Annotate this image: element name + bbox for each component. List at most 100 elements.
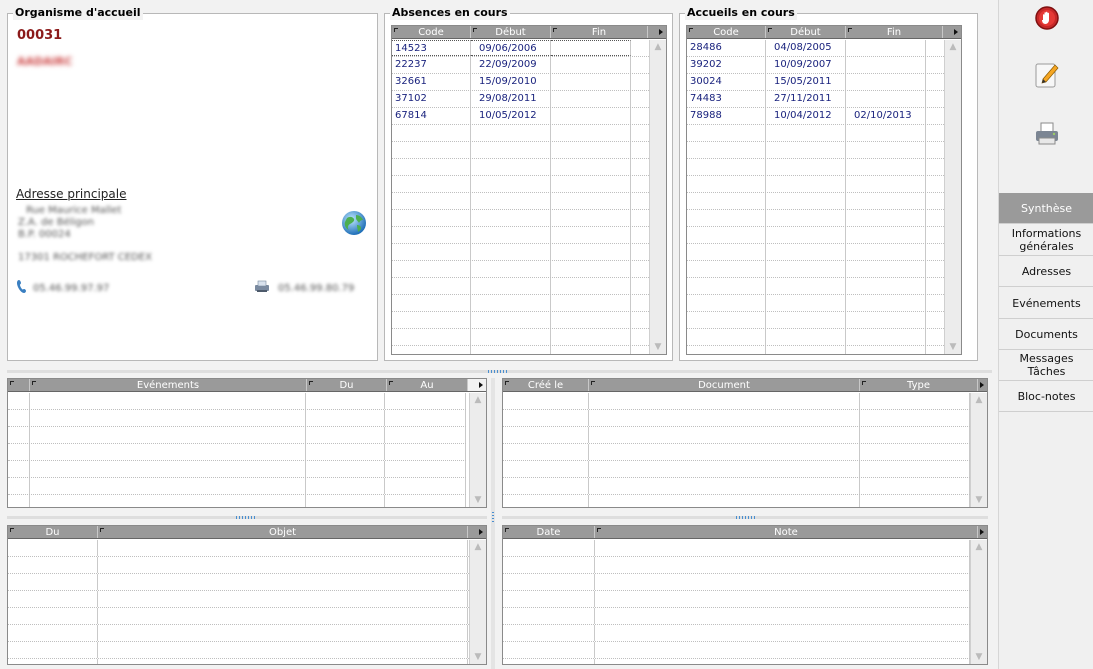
- column-header-fin[interactable]: Fin: [551, 26, 648, 38]
- table-row[interactable]: [392, 278, 649, 295]
- scroll-up-icon[interactable]: ▲: [945, 40, 961, 54]
- splitter-grip-icon[interactable]: [736, 516, 756, 519]
- scroll-up-icon[interactable]: ▲: [470, 393, 486, 407]
- table-row[interactable]: 30024 15/05/2011: [687, 74, 944, 91]
- table-row[interactable]: [392, 125, 649, 142]
- table-row[interactable]: [392, 176, 649, 193]
- splitter-grip-icon[interactable]: [236, 516, 256, 519]
- scroll-down-icon[interactable]: ▼: [470, 493, 486, 507]
- table-row[interactable]: [687, 244, 944, 261]
- splitter-grip-icon[interactable]: [488, 370, 508, 373]
- table-row[interactable]: [687, 346, 944, 354]
- table-row[interactable]: 67814 10/05/2012: [392, 108, 649, 125]
- column-header-blank[interactable]: [8, 379, 30, 391]
- column-header-note[interactable]: Note: [595, 526, 978, 538]
- table-row[interactable]: [392, 329, 649, 346]
- column-menu-arrow-icon[interactable]: [943, 26, 961, 38]
- table-row[interactable]: 37102 29/08/2011: [392, 91, 649, 108]
- printer-icon[interactable]: [1029, 116, 1065, 152]
- table-row[interactable]: [687, 176, 944, 193]
- scroll-up-icon[interactable]: ▲: [971, 540, 987, 554]
- accueils-grid[interactable]: Code Début Fin 28486 04/08/2005 39202 10/0…: [686, 25, 962, 355]
- table-row[interactable]: [687, 261, 944, 278]
- column-header-evenements[interactable]: Evénements: [30, 379, 307, 391]
- scroll-down-icon[interactable]: ▼: [945, 340, 961, 354]
- nav-messages-taches[interactable]: Messages Tâches: [999, 350, 1093, 381]
- table-row[interactable]: [392, 210, 649, 227]
- stop-icon[interactable]: [1029, 0, 1065, 36]
- table-row[interactable]: 78988 10/04/2012 02/10/2013: [687, 108, 944, 125]
- scroll-up-icon[interactable]: ▲: [971, 393, 987, 407]
- globe-icon[interactable]: [341, 210, 367, 236]
- notes-grid[interactable]: Date Note ▲ ▼: [502, 525, 988, 665]
- table-row[interactable]: [392, 159, 649, 176]
- table-row[interactable]: 32661 15/09/2010: [392, 74, 649, 91]
- nav-evenements[interactable]: Evénements: [999, 288, 1093, 319]
- column-header-debut[interactable]: Début: [471, 26, 551, 38]
- documents-grid[interactable]: Créé le Document Type ▲ ▼: [502, 378, 988, 508]
- column-menu-arrow-icon[interactable]: [468, 526, 486, 538]
- table-row[interactable]: [392, 142, 649, 159]
- vertical-scrollbar[interactable]: ▲ ▼: [944, 40, 961, 354]
- table-row[interactable]: [687, 193, 944, 210]
- events-grid[interactable]: Evénements Du Au ▲ ▼: [7, 378, 487, 508]
- table-row[interactable]: [687, 210, 944, 227]
- column-header-document[interactable]: Document: [589, 379, 860, 391]
- table-row[interactable]: [392, 261, 649, 278]
- table-row[interactable]: [392, 227, 649, 244]
- column-header-du[interactable]: Du: [307, 379, 387, 391]
- table-row[interactable]: 14523 09/06/2006: [392, 40, 649, 57]
- vertical-scrollbar[interactable]: ▲ ▼: [469, 540, 486, 664]
- vertical-scrollbar[interactable]: ▲ ▼: [649, 40, 666, 354]
- vertical-scrollbar[interactable]: ▲ ▼: [970, 540, 987, 664]
- column-header-objet[interactable]: Objet: [98, 526, 468, 538]
- table-row[interactable]: [687, 125, 944, 142]
- edit-note-icon[interactable]: [1029, 56, 1065, 92]
- tasks-grid[interactable]: Du Objet ▲ ▼: [7, 525, 487, 665]
- absences-grid[interactable]: Code Début Fin 14523 09/06/2006 22237 22/0…: [391, 25, 667, 355]
- vertical-scrollbar[interactable]: ▲ ▼: [970, 393, 987, 507]
- table-row[interactable]: [687, 142, 944, 159]
- nav-bloc-notes[interactable]: Bloc-notes: [999, 381, 1093, 412]
- column-header-cree-le[interactable]: Créé le: [503, 379, 589, 391]
- column-header-du[interactable]: Du: [8, 526, 98, 538]
- table-row[interactable]: [687, 159, 944, 176]
- table-row[interactable]: [687, 295, 944, 312]
- column-header-date[interactable]: Date: [503, 526, 595, 538]
- table-row[interactable]: 74483 27/11/2011: [687, 91, 944, 108]
- scroll-up-icon[interactable]: ▲: [470, 540, 486, 554]
- splitter-grip-icon[interactable]: [492, 512, 494, 524]
- column-header-au[interactable]: Au: [387, 379, 468, 391]
- column-header-fin[interactable]: Fin: [846, 26, 943, 38]
- table-row[interactable]: [687, 278, 944, 295]
- scroll-down-icon[interactable]: ▼: [971, 650, 987, 664]
- table-row[interactable]: [392, 244, 649, 261]
- nav-adresses[interactable]: Adresses: [999, 256, 1093, 287]
- nav-synthese[interactable]: Synthèse: [999, 193, 1093, 224]
- column-header-debut[interactable]: Début: [766, 26, 846, 38]
- column-header-type[interactable]: Type: [860, 379, 978, 391]
- table-row[interactable]: [392, 193, 649, 210]
- column-header-code[interactable]: Code: [687, 26, 766, 38]
- scroll-down-icon[interactable]: ▼: [470, 650, 486, 664]
- address-title[interactable]: Adresse principale: [16, 187, 126, 201]
- table-row[interactable]: [392, 346, 649, 354]
- nav-documents[interactable]: Documents: [999, 319, 1093, 350]
- table-row[interactable]: 28486 04/08/2005: [687, 40, 944, 57]
- scroll-down-icon[interactable]: ▼: [971, 493, 987, 507]
- vertical-scrollbar[interactable]: ▲ ▼: [469, 393, 486, 507]
- table-row[interactable]: [392, 295, 649, 312]
- table-row[interactable]: [687, 329, 944, 346]
- nav-informations-generales[interactable]: Informations générales: [999, 225, 1093, 256]
- table-row[interactable]: 22237 22/09/2009: [392, 57, 649, 74]
- table-row[interactable]: [687, 312, 944, 329]
- column-menu-arrow-icon[interactable]: [978, 379, 987, 391]
- scroll-down-icon[interactable]: ▼: [650, 340, 666, 354]
- column-menu-arrow-icon[interactable]: [648, 26, 666, 38]
- column-menu-arrow-icon[interactable]: [978, 526, 987, 538]
- table-row[interactable]: 39202 10/09/2007: [687, 57, 944, 74]
- table-row[interactable]: [392, 312, 649, 329]
- column-header-code[interactable]: Code: [392, 26, 471, 38]
- table-row[interactable]: [687, 227, 944, 244]
- scroll-up-icon[interactable]: ▲: [650, 40, 666, 54]
